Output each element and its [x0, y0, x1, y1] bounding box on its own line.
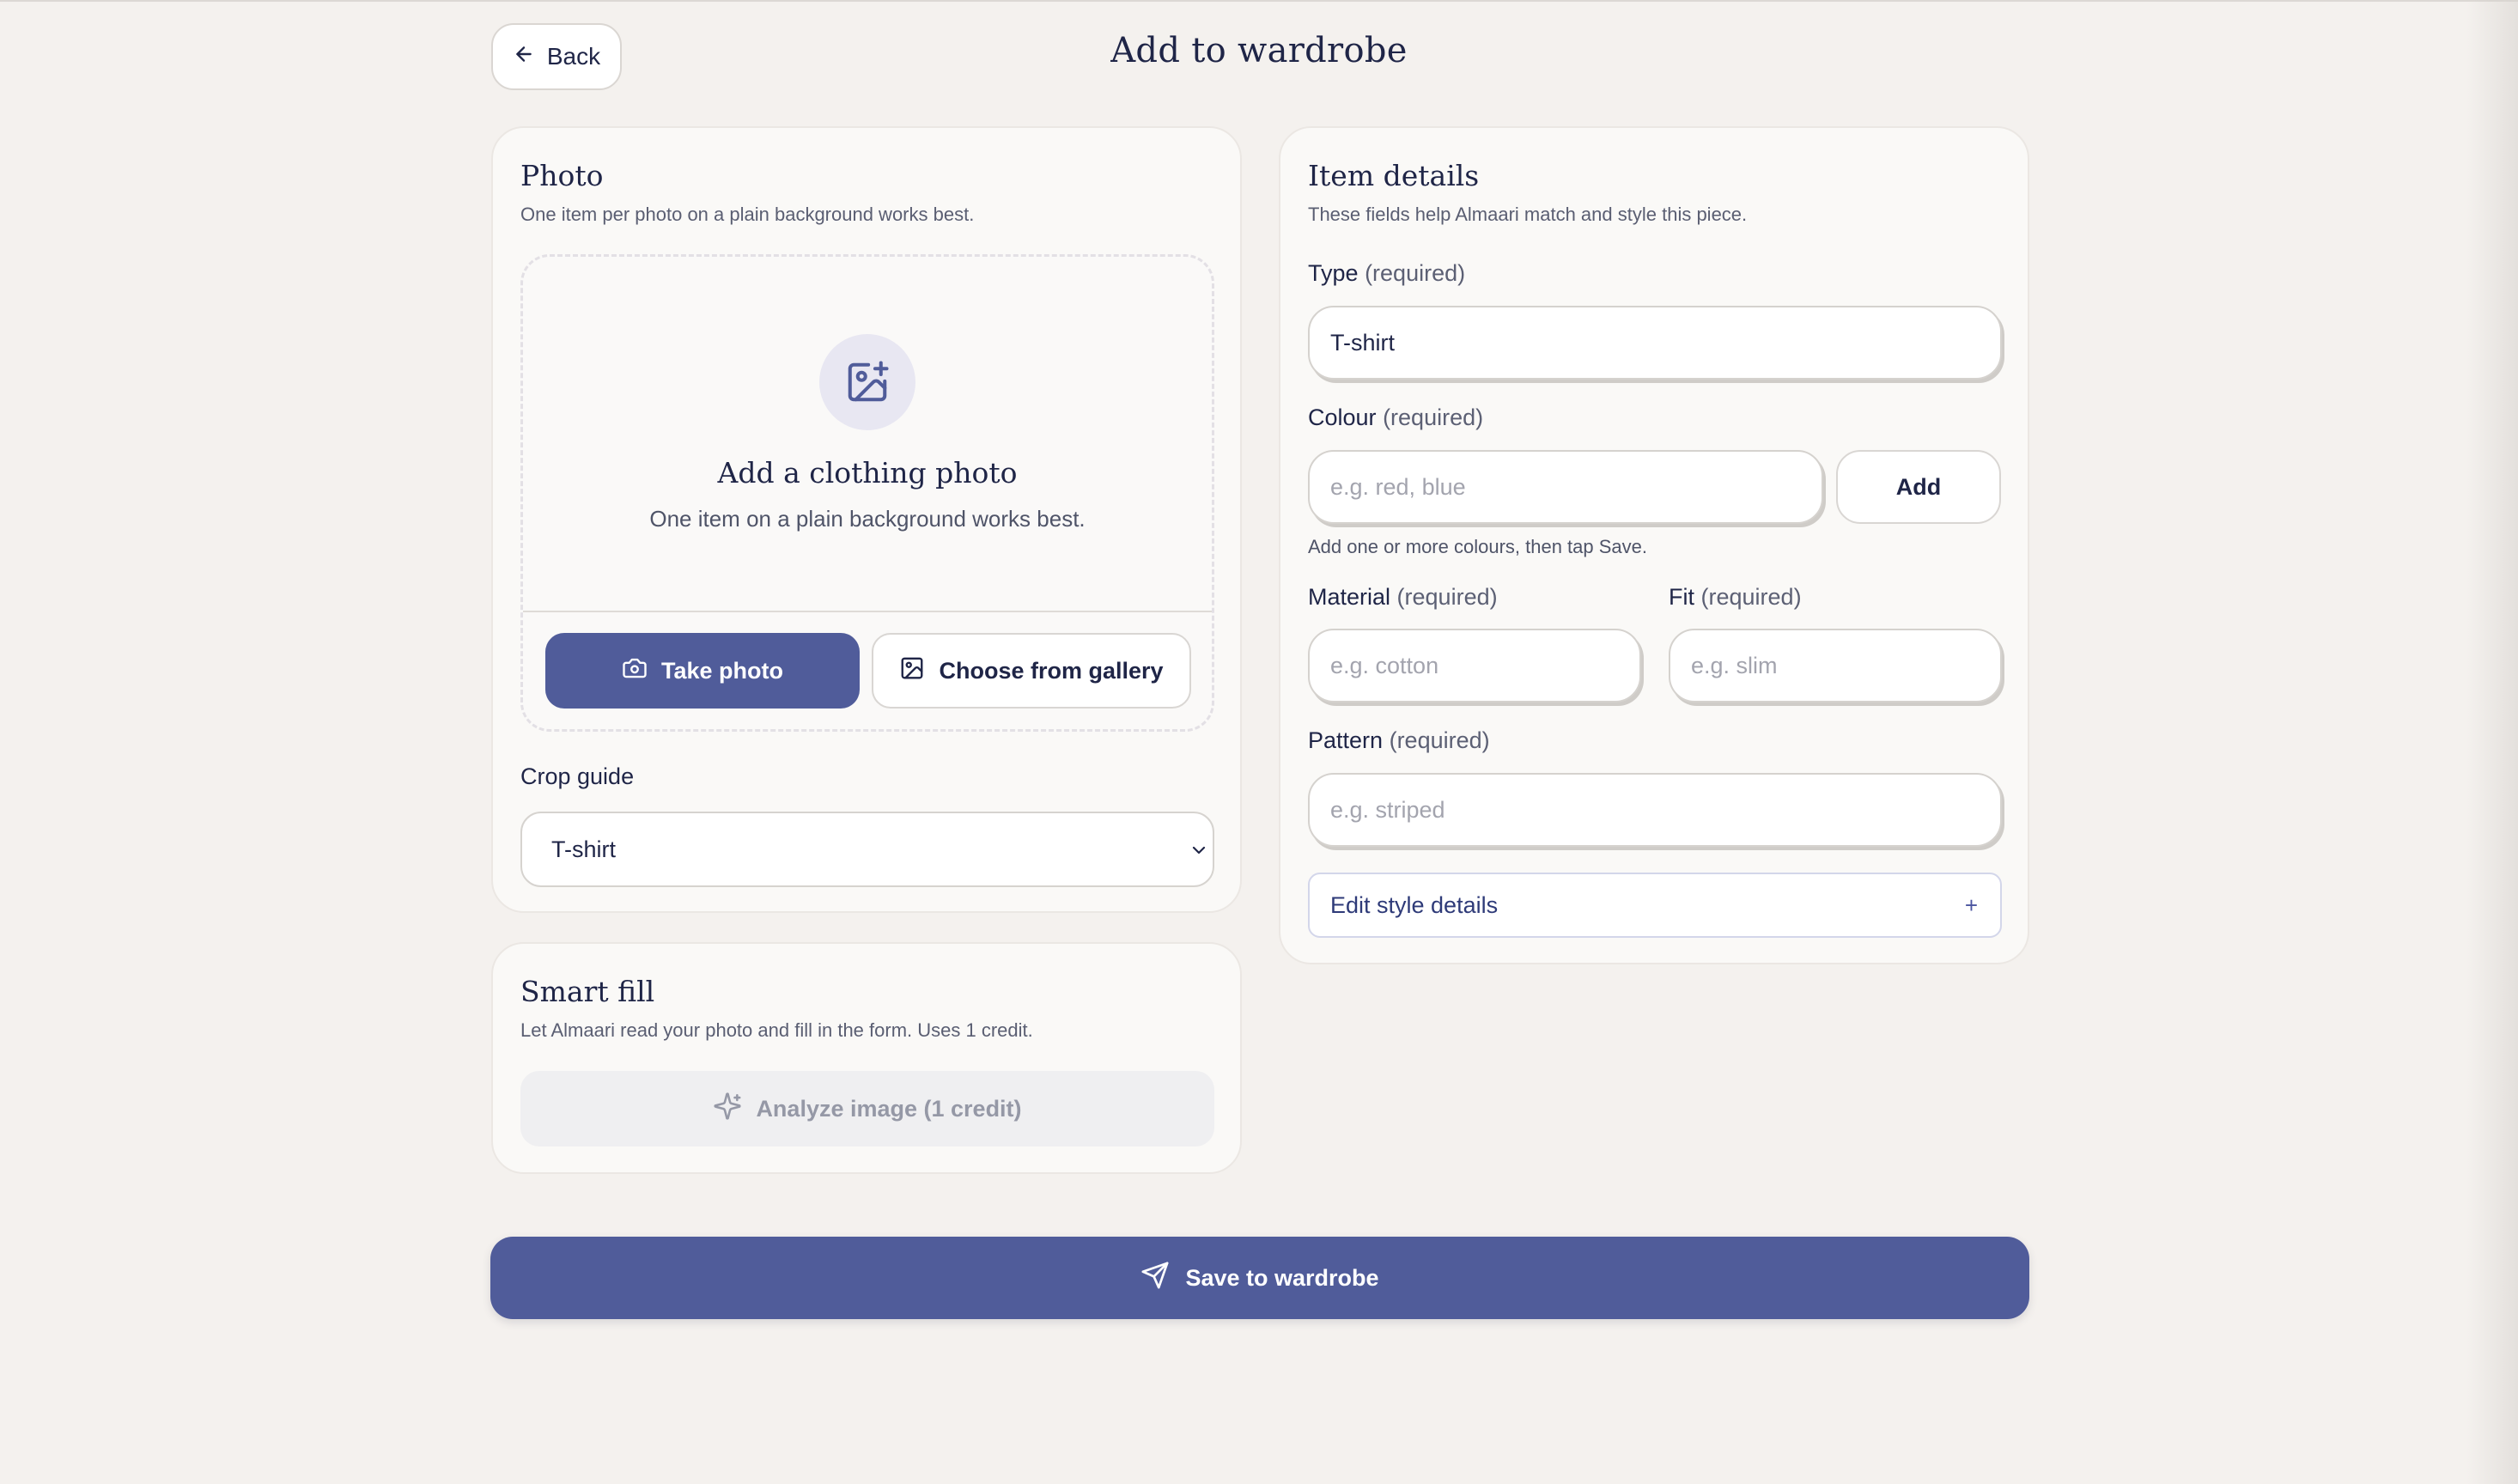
choose-from-gallery-button[interactable]: Choose from gallery [872, 633, 1191, 709]
arrow-left-icon [513, 43, 535, 71]
item-details-title: Item details [1308, 159, 1480, 192]
colour-hint: Add one or more colours, then tap Save. [1308, 536, 1648, 557]
back-label: Back [546, 43, 601, 70]
camera-icon [622, 655, 648, 687]
type-value: T-shirt [1330, 329, 1396, 356]
photo-dropzone[interactable]: Add a clothing photo One item on a plain… [520, 254, 1214, 732]
photo-subtitle: One item per photo on a plain background… [520, 204, 975, 225]
material-input[interactable]: e.g. cotton [1308, 629, 1641, 702]
top-border [0, 0, 2518, 2]
image-icon [899, 655, 925, 687]
pattern-placeholder: e.g. striped [1330, 796, 1445, 823]
crop-guide-select[interactable]: T-shirt [520, 812, 1214, 887]
photo-title: Photo [520, 159, 604, 192]
colour-input[interactable]: e.g. red, blue [1308, 450, 1823, 524]
dropzone-subtitle: One item on a plain background works bes… [649, 506, 1086, 532]
back-button[interactable]: Back [491, 23, 622, 90]
crop-guide-label: Crop guide [520, 763, 635, 789]
sparkles-icon [713, 1092, 742, 1127]
photo-card: Photo One item per photo on a plain back… [491, 126, 1242, 913]
analyze-image-button[interactable]: Analyze image (1 credit) [520, 1071, 1214, 1146]
item-details-subtitle: These fields help Almaari match and styl… [1308, 204, 1748, 225]
dropzone-title: Add a clothing photo [717, 456, 1018, 490]
send-icon [1140, 1261, 1170, 1296]
plus-icon: + [1964, 891, 1978, 918]
add-colour-button[interactable]: Add [1836, 450, 2001, 524]
crop-guide-value: T-shirt [551, 836, 617, 862]
material-label: Material (required) [1308, 584, 1498, 610]
type-input[interactable]: T-shirt [1308, 306, 2002, 380]
dropzone-divider [523, 611, 1212, 612]
type-label: Type (required) [1308, 260, 1466, 286]
colour-placeholder: e.g. red, blue [1330, 473, 1466, 500]
colour-label: Colour (required) [1308, 404, 1484, 430]
gallery-label: Choose from gallery [939, 657, 1164, 684]
smart-fill-card: Smart fill Let Almaari read your photo a… [491, 942, 1242, 1174]
fit-placeholder: e.g. slim [1691, 652, 1778, 678]
take-photo-button[interactable]: Take photo [545, 633, 860, 709]
take-photo-label: Take photo [660, 657, 783, 684]
edit-style-details-toggle[interactable]: Edit style details + [1308, 873, 2002, 938]
fit-input[interactable]: e.g. slim [1669, 629, 2002, 702]
edge-shadow [2466, 0, 2518, 1484]
save-label: Save to wardrobe [1185, 1264, 1379, 1291]
material-placeholder: e.g. cotton [1330, 652, 1439, 678]
smart-fill-subtitle: Let Almaari read your photo and fill in … [520, 1019, 1033, 1041]
pattern-input[interactable]: e.g. striped [1308, 773, 2002, 847]
image-plus-icon [819, 334, 915, 430]
pattern-label: Pattern (required) [1308, 727, 1490, 753]
smart-fill-title: Smart fill [520, 975, 655, 1008]
page-title: Add to wardrobe [1110, 31, 1408, 70]
item-details-card: Item details These fields help Almaari m… [1279, 126, 2029, 964]
edit-style-details-label: Edit style details [1330, 891, 1499, 918]
analyze-label: Analyze image (1 credit) [756, 1095, 1022, 1122]
fit-label: Fit (required) [1669, 584, 1802, 610]
save-to-wardrobe-button[interactable]: Save to wardrobe [490, 1237, 2029, 1319]
